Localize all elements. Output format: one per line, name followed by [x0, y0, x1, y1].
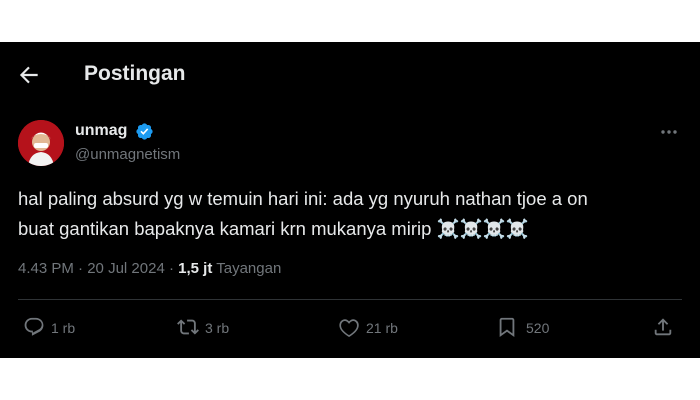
page-title: Postingan	[84, 62, 186, 85]
tweet-text-line-1: hal paling absurd yg w temuin hari ini: …	[18, 188, 588, 209]
repost-button[interactable]: 3 rb	[177, 316, 229, 340]
post-page: Postingan unmag @unmagnetism hal paling …	[0, 42, 700, 358]
repost-count: 3 rb	[205, 320, 230, 336]
reply-icon	[23, 316, 45, 341]
tweet-time[interactable]: 4.43 PM	[18, 260, 74, 277]
bookmark-count: 520	[526, 320, 550, 336]
avatar[interactable]	[18, 120, 64, 166]
heart-icon	[338, 316, 360, 341]
verified-badge-icon	[135, 122, 154, 141]
author-handle[interactable]: @unmagnetism	[75, 146, 180, 163]
views-count[interactable]: 1,5 jt	[178, 260, 212, 277]
tweet-text-line-2: buat gantikan bapaknya kamari krn mukany…	[18, 218, 529, 239]
more-options-icon[interactable]	[656, 122, 682, 142]
share-button[interactable]	[652, 316, 674, 340]
reply-button[interactable]: 1 rb	[23, 316, 75, 340]
back-arrow-icon[interactable]	[16, 62, 42, 88]
meta-separator: ·	[168, 260, 179, 277]
tweet-date[interactable]: 20 Jul 2024	[87, 260, 165, 277]
share-icon	[652, 316, 674, 341]
meta-separator: ·	[78, 260, 88, 277]
views-label: Tayangan	[216, 260, 282, 277]
page-header: Postingan	[0, 42, 700, 108]
bookmark-icon	[496, 316, 518, 341]
like-count: 21 rb	[366, 320, 398, 336]
display-name[interactable]: unmag	[75, 122, 127, 140]
tweet-meta: 4.43 PM · 20 Jul 2024 · 1,5 jt Tayangan	[18, 260, 281, 277]
divider	[18, 299, 682, 300]
repost-icon	[177, 316, 199, 341]
tweet-text: hal paling absurd yg w temuin hari ini: …	[18, 184, 668, 244]
like-button[interactable]: 21 rb	[338, 316, 398, 340]
bookmark-button[interactable]: 520	[496, 316, 549, 340]
reply-count: 1 rb	[51, 320, 76, 336]
